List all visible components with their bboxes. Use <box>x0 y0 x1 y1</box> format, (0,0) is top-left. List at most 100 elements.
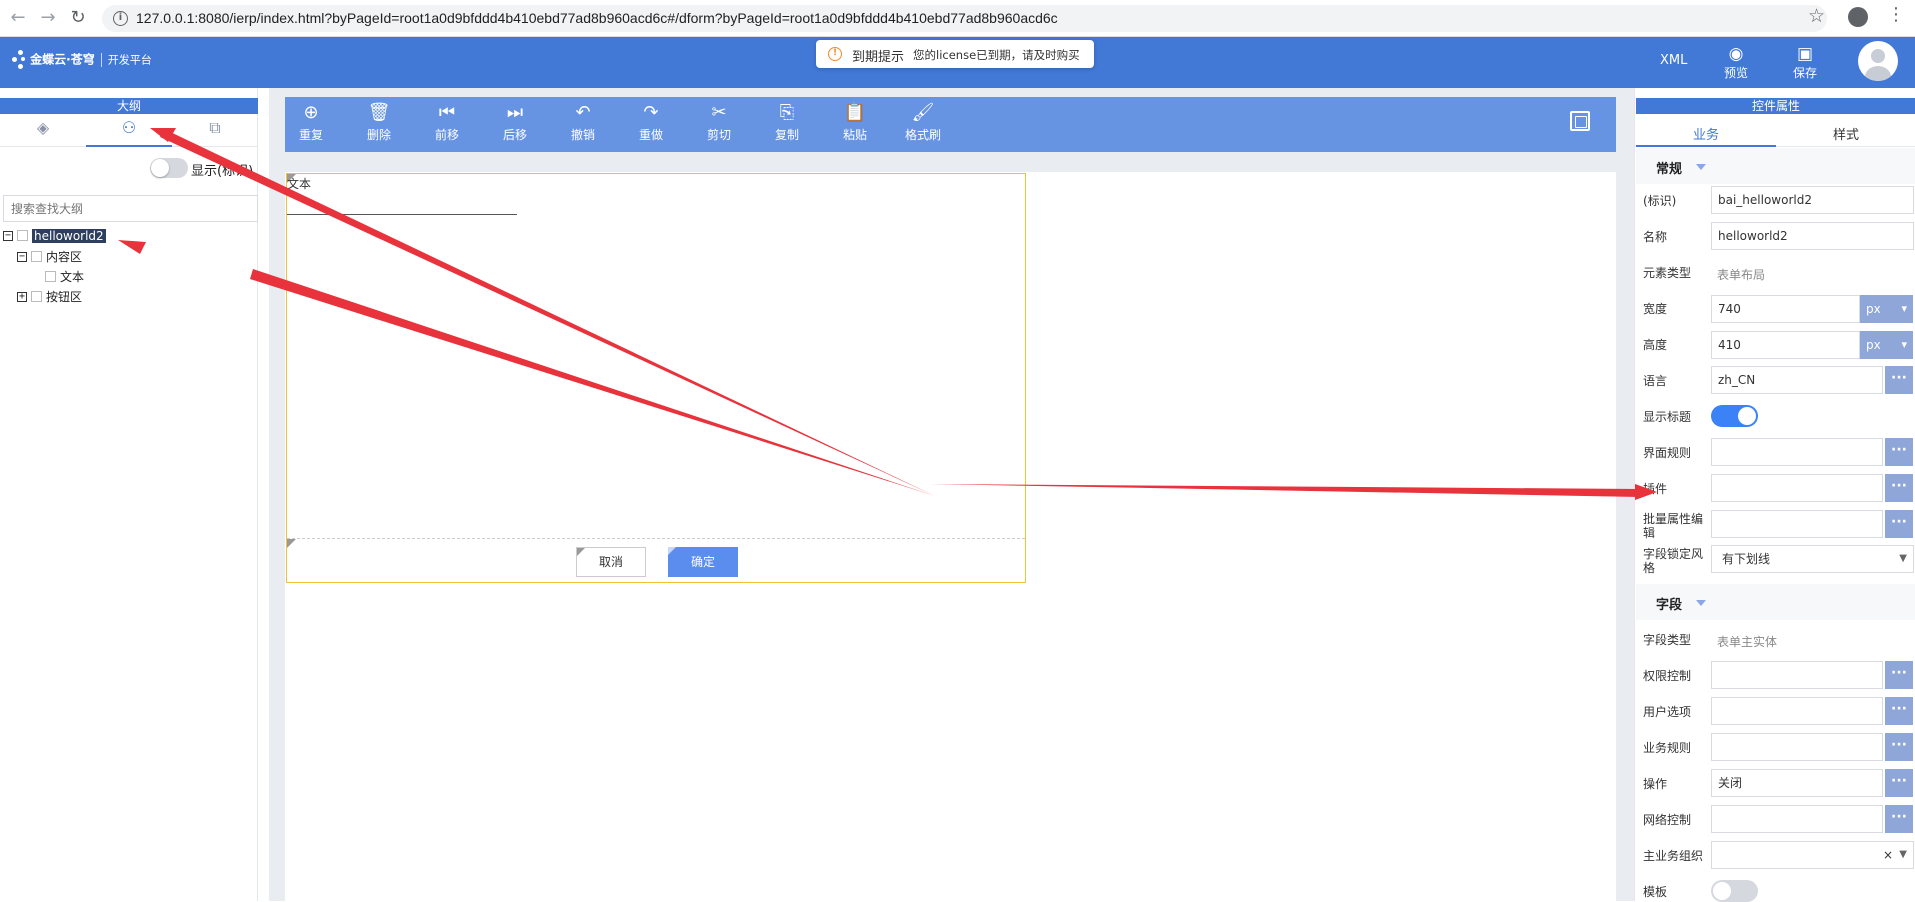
active-tab-indicator <box>1636 145 1776 147</box>
prop-ui-rules-input[interactable] <box>1711 438 1883 466</box>
prop-height-input[interactable]: 410 <box>1711 331 1860 359</box>
fullscreen-icon[interactable] <box>1570 111 1590 131</box>
avatar[interactable] <box>1858 41 1898 81</box>
prop-business-rules-more-button[interactable]: ··· <box>1885 733 1913 761</box>
prop-width-input[interactable]: 740 <box>1711 295 1860 323</box>
prop-operation-more-button[interactable]: ··· <box>1885 769 1913 797</box>
prop-plugins-more-button[interactable]: ··· <box>1885 474 1913 502</box>
tree-node-content-area[interactable]: − 内容区 <box>17 248 82 264</box>
field-lock-style-value: 有下划线 <box>1722 552 1771 566</box>
move-forward-button[interactable]: ⏮ 前移 <box>421 100 473 148</box>
delete-button[interactable]: 🗑 删除 <box>353 100 405 148</box>
profile-icon[interactable] <box>1848 7 1868 27</box>
collapse-icon[interactable]: − <box>17 251 27 262</box>
undo-button[interactable]: ↶ 撤销 <box>557 100 609 148</box>
reload-icon[interactable]: ↻ <box>66 6 90 30</box>
caret-down-icon <box>1696 600 1706 606</box>
license-notice: ! 到期提示 您的license已到期，请及时购买 <box>816 40 1094 68</box>
cut-button[interactable]: ✂ 剪切 <box>693 100 745 148</box>
prop-ui-rules-more-button[interactable]: ··· <box>1885 438 1913 466</box>
text-field-underline <box>287 214 517 215</box>
outline-search-input[interactable] <box>3 195 258 222</box>
prop-height-unit-select[interactable]: px <box>1860 331 1913 359</box>
expand-icon[interactable]: + <box>17 291 27 302</box>
redo-button[interactable]: ↷ 重做 <box>625 100 677 148</box>
prop-language-more-button[interactable]: ··· <box>1885 366 1913 394</box>
prop-operation-input[interactable]: 关闭 <box>1711 769 1883 797</box>
tab-business[interactable]: 业务 <box>1636 124 1776 143</box>
tree-node-button-area[interactable]: + 按钮区 <box>17 288 82 304</box>
prop-label-show-title: 显示标题 <box>1643 410 1692 424</box>
repeat-icon: ⊕ <box>303 102 319 123</box>
prop-business-rules-input[interactable] <box>1711 733 1883 761</box>
tree-checkbox[interactable] <box>17 230 28 241</box>
properties-title: 控件属性 <box>1636 98 1915 114</box>
move-backward-button[interactable]: ⏭ 后移 <box>489 100 541 148</box>
preview-label: 预览 <box>1723 66 1748 80</box>
address-bar[interactable]: i 127.0.0.1:8080/ierp/index.html?byPageI… <box>102 5 1827 32</box>
logo-main-text: 金蝶云·苍穹 <box>30 52 95 67</box>
prop-template-toggle[interactable] <box>1711 880 1758 902</box>
components-tab-icon[interactable]: ⧉ <box>172 118 258 142</box>
layers-tab-icon[interactable]: ◈ <box>0 118 86 142</box>
hierarchy-tab-icon[interactable]: ⚇ <box>86 118 172 142</box>
repeat-button[interactable]: ⊕ 重复 <box>285 100 337 148</box>
show-id-toggle[interactable] <box>150 158 188 178</box>
prop-permission-input[interactable] <box>1711 661 1883 689</box>
tree-checkbox[interactable] <box>31 291 42 302</box>
prop-label-plugins: 插件 <box>1643 482 1668 496</box>
xml-button[interactable]: XML <box>1660 53 1687 68</box>
bookmark-star-icon[interactable]: ☆ <box>1808 5 1825 27</box>
chevron-down-icon: ▼ <box>1899 849 1907 860</box>
clear-icon[interactable]: × <box>1883 842 1893 868</box>
prop-user-options-input[interactable] <box>1711 697 1883 725</box>
prop-id-input[interactable]: bai_helloworld2 <box>1711 186 1914 214</box>
copy-button[interactable]: ⎘ 复制 <box>761 100 813 148</box>
tree-node-text[interactable]: 文本 <box>45 268 84 284</box>
prop-width-unit-select[interactable]: px <box>1860 295 1913 323</box>
tree-checkbox[interactable] <box>45 271 56 282</box>
prop-show-title-toggle[interactable] <box>1711 405 1758 427</box>
paste-button[interactable]: 📋 粘贴 <box>829 100 881 148</box>
tree-node-root[interactable]: − helloworld2 <box>3 228 106 244</box>
outline-panel: 大纲 ◈ ⚇ ⧉ 显示(标识) −helloworld2 −内容区 文本 +按钮… <box>0 88 258 901</box>
browser-menu-icon[interactable]: ⋮ <box>1887 4 1905 25</box>
prop-network-control-more-button[interactable]: ··· <box>1885 805 1913 833</box>
preview-button[interactable]: ◉ 预览 <box>1715 44 1757 81</box>
prop-network-control-input[interactable] <box>1711 805 1883 833</box>
info-icon[interactable]: i <box>113 11 128 26</box>
prop-field-type-value: 表单主实体 <box>1717 635 1778 649</box>
tab-style[interactable]: 样式 <box>1776 124 1915 143</box>
prop-element-type-value: 表单布局 <box>1717 268 1766 282</box>
save-button[interactable]: ▣ 保存 <box>1784 44 1826 81</box>
ok-button[interactable]: 确定 <box>668 547 738 577</box>
prop-batch-edit-input[interactable] <box>1711 510 1883 538</box>
collapse-icon[interactable]: − <box>3 230 13 241</box>
format-painter-button[interactable]: 🖌 格式刷 <box>897 100 949 148</box>
tree-checkbox[interactable] <box>31 251 42 262</box>
form-layout[interactable]: 文本 取消 确定 <box>286 173 1026 583</box>
brush-icon: 🖌 <box>911 102 935 123</box>
prop-plugins-input[interactable] <box>1711 474 1883 502</box>
prop-language-input[interactable]: zh_CN <box>1711 366 1883 394</box>
scissors-icon: ✂ <box>711 102 727 123</box>
eye-icon: ◉ <box>1728 44 1744 64</box>
section-general[interactable]: 常规 <box>1636 148 1915 184</box>
prop-batch-edit-more-button[interactable]: ··· <box>1885 510 1913 538</box>
chevron-down-icon: ▼ <box>1899 553 1907 564</box>
url-text[interactable]: 127.0.0.1:8080/ierp/index.html?byPageId=… <box>136 5 1058 32</box>
back-icon[interactable]: ← <box>6 6 30 30</box>
prop-permission-more-button[interactable]: ··· <box>1885 661 1913 689</box>
prop-user-options-more-button[interactable]: ··· <box>1885 697 1913 725</box>
prop-main-org-select[interactable]: × ▼ <box>1711 841 1914 869</box>
cancel-button[interactable]: 取消 <box>576 547 646 577</box>
prop-name-input[interactable]: helloworld2 <box>1711 222 1914 250</box>
logo: 金蝶云·苍穹 开发平台 <box>12 48 152 72</box>
prop-label-batch-edit: 批量属性编辑 <box>1643 512 1704 540</box>
save-label: 保存 <box>1792 66 1817 80</box>
prop-field-lock-style-select[interactable]: 有下划线 ▼ <box>1711 545 1914 573</box>
text-field-label[interactable]: 文本 <box>287 175 311 192</box>
section-field[interactable]: 字段 <box>1636 584 1915 620</box>
prop-label-network-control: 网络控制 <box>1643 813 1692 827</box>
forward-icon[interactable]: → <box>36 6 60 30</box>
